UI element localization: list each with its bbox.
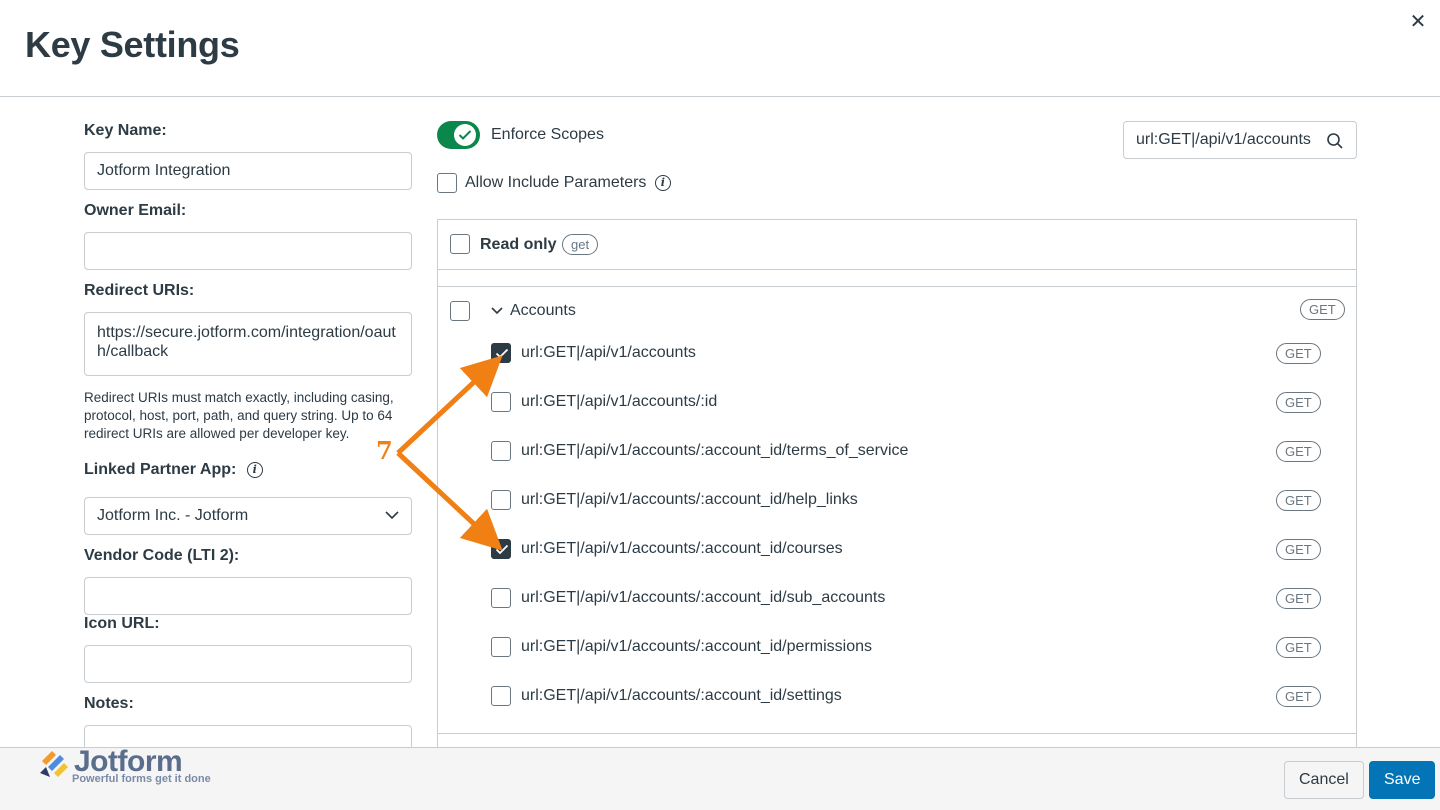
allow-include-label: Allow Include Parameters i bbox=[465, 174, 671, 192]
scope-search-input[interactable]: url:GET|/api/v1/accounts bbox=[1123, 121, 1357, 159]
vendor-code-input[interactable] bbox=[84, 577, 412, 615]
dialog-title: Key Settings bbox=[25, 24, 240, 65]
annotation-arrows bbox=[396, 355, 503, 551]
scope-method-badge: GET bbox=[1276, 490, 1321, 511]
save-button[interactable]: Save bbox=[1369, 761, 1436, 799]
read-only-checkbox[interactable] bbox=[450, 234, 470, 254]
scopes-panel: Read only get Accounts GET url:GET|/api/… bbox=[437, 219, 1357, 759]
info-icon[interactable]: i bbox=[246, 461, 263, 478]
divider bbox=[438, 286, 1356, 287]
close-icon[interactable]: ✕ bbox=[1406, 10, 1430, 34]
allow-include-label-text: Allow Include Parameters bbox=[465, 174, 647, 191]
chevron-down-icon[interactable] bbox=[491, 306, 503, 316]
allow-include-checkbox[interactable] bbox=[437, 173, 457, 193]
enforce-scopes-toggle[interactable] bbox=[437, 121, 480, 149]
toggle-knob bbox=[454, 124, 476, 146]
scope-checkbox[interactable] bbox=[491, 637, 511, 657]
scope-method-badge: GET bbox=[1276, 343, 1321, 364]
read-only-label: Read only bbox=[480, 236, 557, 253]
key-name-label: Key Name: bbox=[84, 122, 167, 139]
scope-label: url:GET|/api/v1/accounts bbox=[521, 344, 696, 361]
scope-method-badge: GET bbox=[1276, 441, 1321, 462]
scope-method-badge: GET bbox=[1276, 637, 1321, 658]
info-icon[interactable]: i bbox=[654, 174, 671, 191]
linked-partner-label-text: Linked Partner App: bbox=[84, 461, 237, 478]
check-icon bbox=[458, 130, 472, 140]
linked-partner-value: Jotform Inc. - Jotform bbox=[97, 507, 249, 524]
key-name-input[interactable]: Jotform Integration bbox=[84, 152, 412, 190]
scope-label: url:GET|/api/v1/accounts/:account_id/ter… bbox=[521, 442, 909, 459]
scope-method-badge: GET bbox=[1276, 539, 1321, 560]
redirect-uris-label: Redirect URIs: bbox=[84, 282, 195, 299]
linked-partner-label: Linked Partner App: i bbox=[84, 461, 263, 479]
jotform-logo-tagline: Powerful forms get it done bbox=[72, 773, 211, 785]
scope-method-badge: GET bbox=[1276, 588, 1321, 609]
linked-partner-select[interactable]: Jotform Inc. - Jotform bbox=[84, 497, 412, 535]
scope-label: url:GET|/api/v1/accounts/:account_id/cou… bbox=[521, 540, 843, 557]
read-only-row: Read only get bbox=[438, 220, 1356, 270]
read-only-method-badge: get bbox=[562, 234, 599, 255]
scope-label: url:GET|/api/v1/accounts/:account_id/set… bbox=[521, 687, 842, 704]
dialog-footer: Cancel Save bbox=[0, 747, 1440, 810]
redirect-uris-help: Redirect URIs must match exactly, includ… bbox=[84, 390, 394, 441]
accounts-group-method-badge: GET bbox=[1300, 299, 1345, 320]
jotform-logo-icon bbox=[40, 751, 68, 777]
scope-checkbox[interactable] bbox=[491, 588, 511, 608]
scope-search-value: url:GET|/api/v1/accounts bbox=[1136, 131, 1311, 148]
accounts-group-label[interactable]: Accounts bbox=[510, 302, 576, 320]
accounts-group-checkbox[interactable] bbox=[450, 301, 470, 321]
scope-label: url:GET|/api/v1/accounts/:id bbox=[521, 393, 718, 410]
icon-url-input[interactable] bbox=[84, 645, 412, 683]
redirect-uris-textarea[interactable]: https://secure.jotform.com/integration/o… bbox=[84, 312, 412, 376]
scope-checkbox[interactable] bbox=[491, 686, 511, 706]
vendor-code-label: Vendor Code (LTI 2): bbox=[84, 547, 240, 564]
cancel-button[interactable]: Cancel bbox=[1284, 761, 1364, 799]
icon-url-label: Icon URL: bbox=[84, 615, 160, 632]
owner-email-input[interactable] bbox=[84, 232, 412, 270]
scope-label: url:GET|/api/v1/accounts/:account_id/per… bbox=[521, 638, 872, 655]
search-icon bbox=[1327, 133, 1343, 149]
enforce-scopes-label: Enforce Scopes bbox=[491, 126, 604, 143]
divider bbox=[438, 733, 1356, 734]
owner-email-label: Owner Email: bbox=[84, 202, 187, 219]
scope-label: url:GET|/api/v1/accounts/:account_id/sub… bbox=[521, 589, 886, 606]
scope-method-badge: GET bbox=[1276, 686, 1321, 707]
scope-method-badge: GET bbox=[1276, 392, 1321, 413]
dialog-header: Key Settings ✕ bbox=[0, 0, 1440, 97]
notes-label: Notes: bbox=[84, 695, 134, 712]
scope-label: url:GET|/api/v1/accounts/:account_id/hel… bbox=[521, 491, 858, 508]
